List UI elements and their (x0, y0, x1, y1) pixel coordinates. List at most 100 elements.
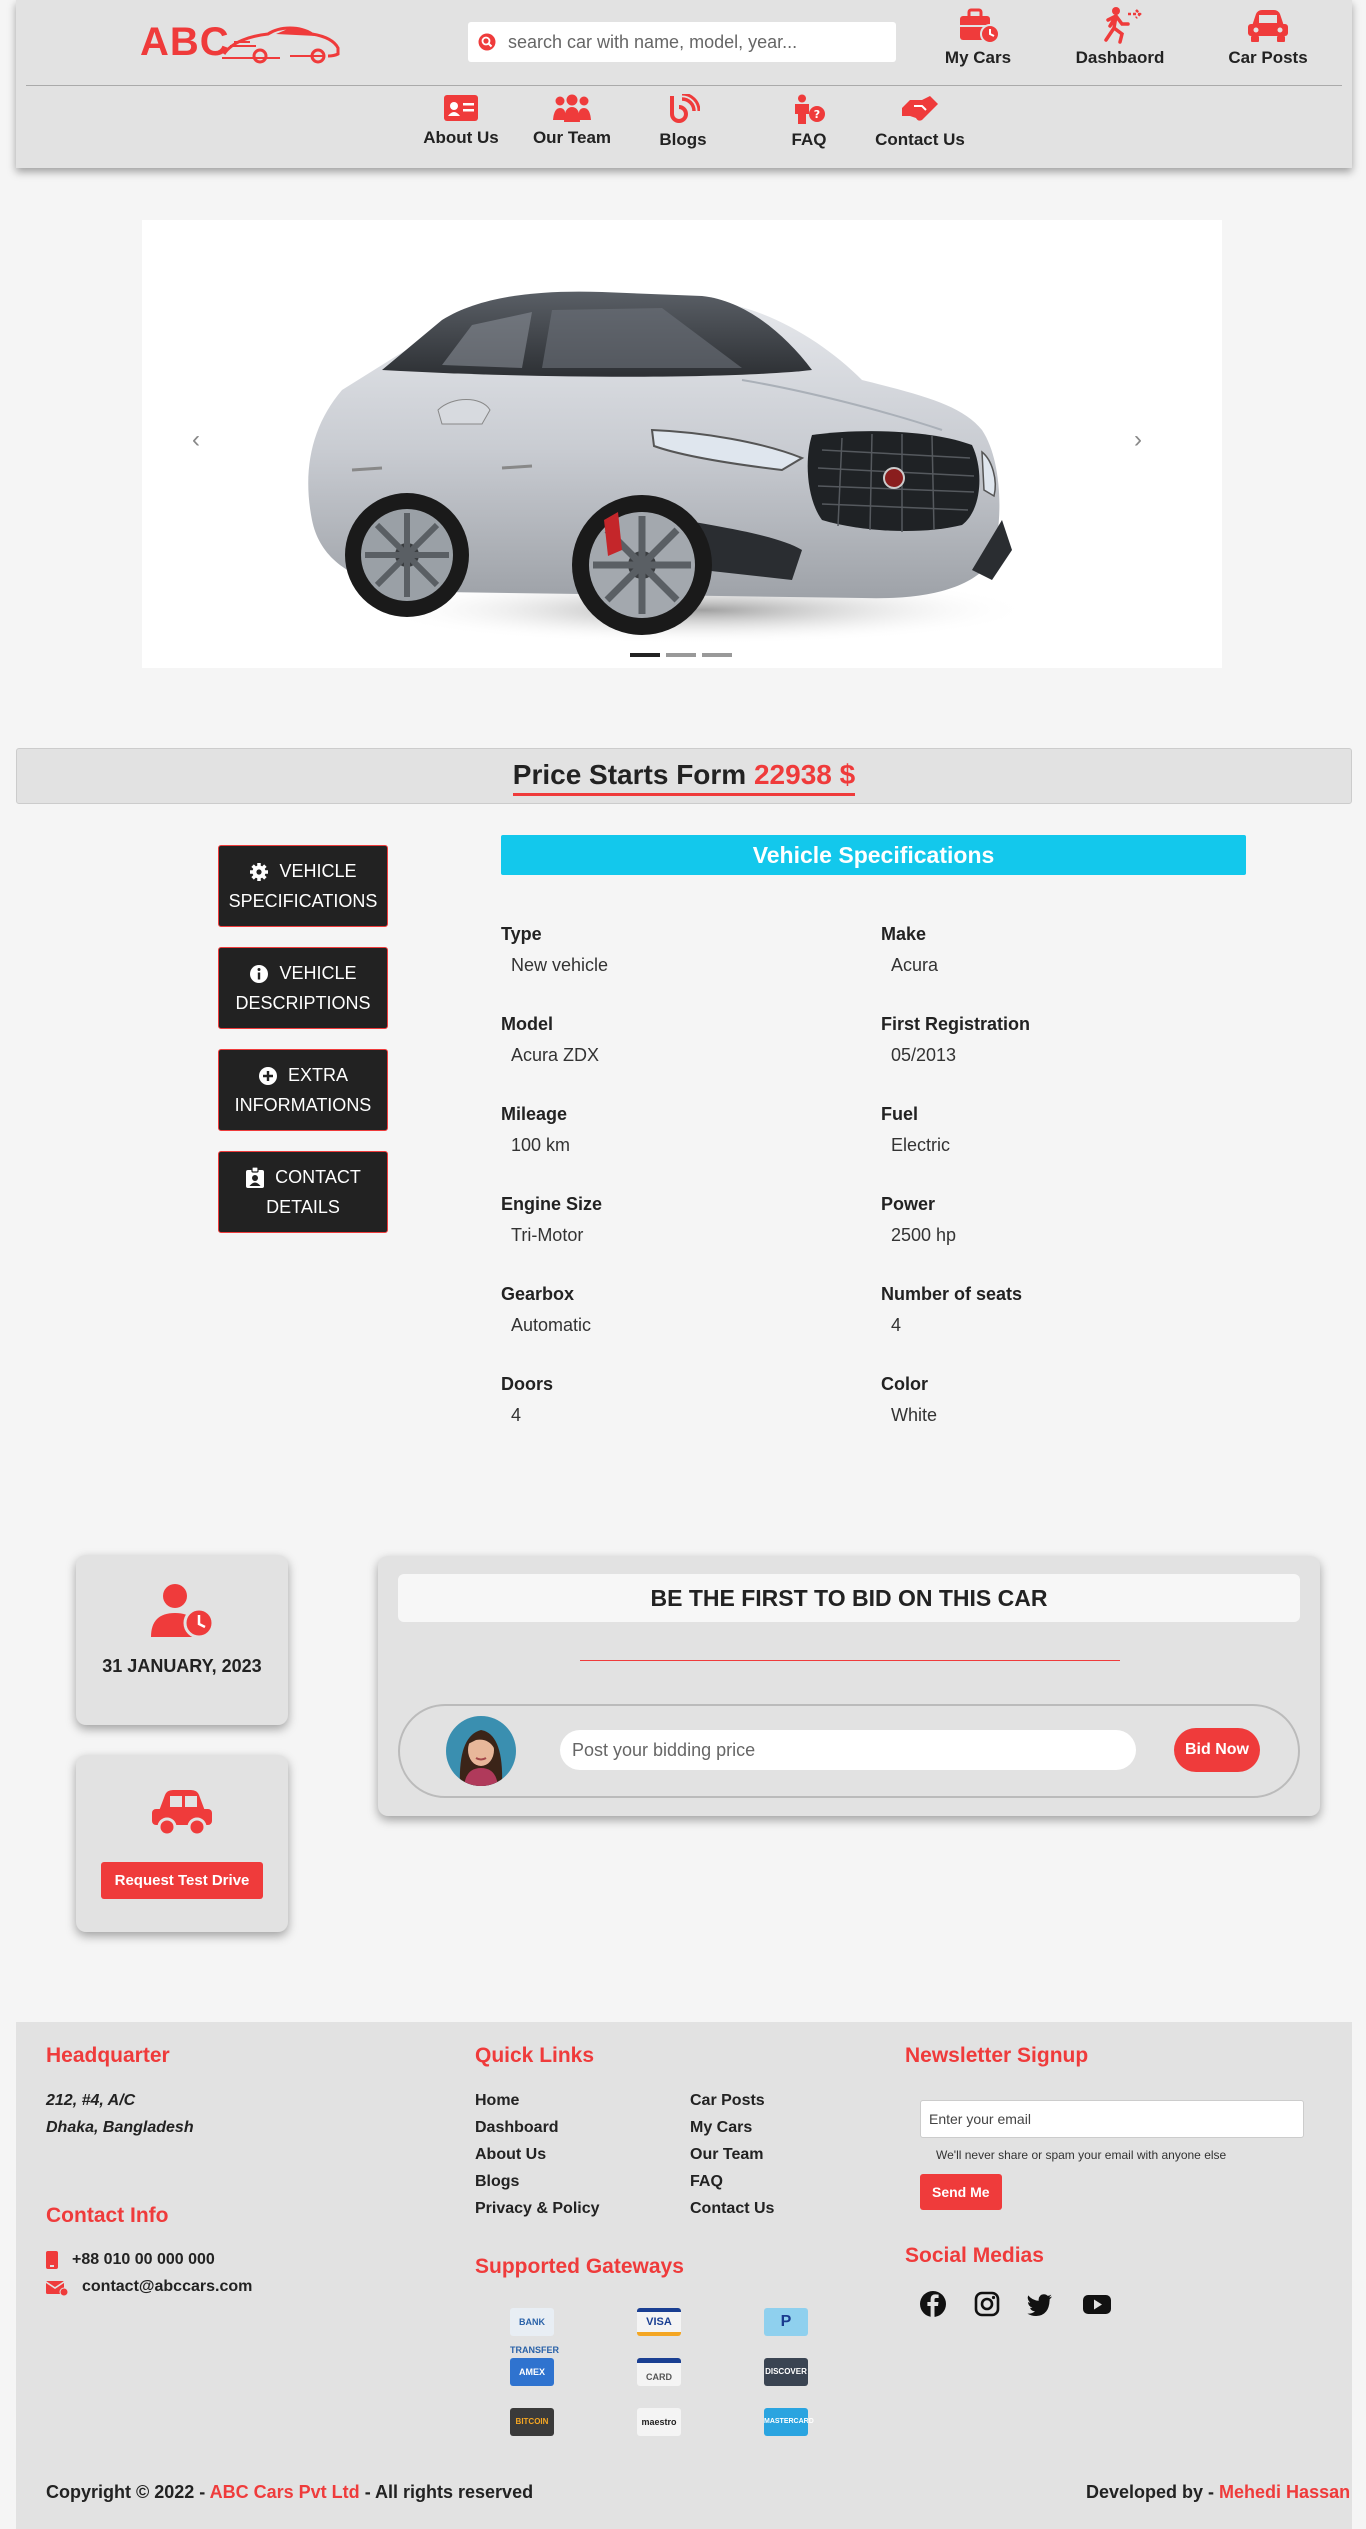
car-logo-icon (222, 26, 340, 64)
carousel-prev-arrow[interactable]: ‹ (192, 426, 200, 454)
tab-label: EXTRA INFORMATIONS (234, 1065, 372, 1115)
nav-car-posts-label: Car Posts (1228, 48, 1308, 67)
spec-label: Make (881, 924, 927, 944)
spec-label: Fuel (881, 1104, 919, 1124)
search-icon (478, 33, 496, 51)
spec-make: Make Acura (881, 924, 1221, 976)
spec-label: Number of seats (881, 1284, 1023, 1304)
youtube-icon[interactable] (1082, 2290, 1112, 2318)
nav-car-posts[interactable]: Car Posts (1198, 6, 1338, 68)
test-drive-card: Request Test Drive (76, 1755, 288, 1932)
copyright-prefix: Copyright © 2022 - (46, 2482, 206, 2502)
nav-about-us-label: About Us (423, 128, 499, 147)
spec-label: Mileage (501, 1104, 568, 1124)
header-divider (26, 85, 1342, 86)
gateway-visa-icon: VISA (637, 2308, 681, 2336)
spec-value: Acura ZDX (511, 1045, 600, 1065)
gateway-card-icon: CARD (637, 2358, 681, 2386)
nav-my-cars[interactable]: My Cars (908, 6, 1048, 68)
contact-card-icon (246, 1167, 265, 1189)
footer-link-dashboard[interactable]: Dashboard (475, 2119, 559, 2137)
handshake-icon (902, 96, 938, 121)
nav-dashboard-label: Dashbaord (1075, 48, 1165, 67)
footer-headquarter-title: Headquarter (46, 2044, 170, 2067)
spec-doors: Doors 4 (501, 1374, 841, 1426)
footer-link-contact-us[interactable]: Contact Us (690, 2200, 774, 2218)
spec-mileage: Mileage 100 km (501, 1104, 841, 1156)
bid-price-input[interactable] (560, 1730, 1136, 1770)
tab-vehicle-specifications[interactable]: VEHICLE SPECIFICATIONS (218, 845, 388, 927)
post-date: 31 JANUARY, 2023 (102, 1656, 262, 1676)
footer-link-privacy-policy[interactable]: Privacy & Policy (475, 2200, 600, 2218)
carousel-dot[interactable] (630, 653, 660, 657)
bid-divider (580, 1660, 1120, 1661)
footer-contact-title: Contact Info (46, 2204, 169, 2227)
search-input[interactable] (508, 30, 888, 54)
spec-value: Tri-Motor (511, 1225, 584, 1245)
site-header: ABC My Cars (16, 0, 1352, 168)
footer-link-faq[interactable]: FAQ (690, 2173, 723, 2191)
spec-value: Electric (891, 1135, 951, 1155)
nav-my-cars-label: My Cars (944, 48, 1012, 67)
footer-link-car-posts[interactable]: Car Posts (690, 2092, 765, 2110)
twitter-icon[interactable] (1026, 2290, 1054, 2318)
users-icon (553, 94, 591, 122)
spec-label: Power (881, 1194, 936, 1214)
bid-now-button[interactable]: Bid Now (1174, 1728, 1260, 1772)
nav-dashboard[interactable]: Dashbaord (1050, 6, 1190, 68)
copyright-suffix: - All rights reserved (364, 2482, 534, 2502)
nav-faq[interactable]: ? FAQ (754, 94, 864, 150)
footer-phone[interactable]: +88 010 00 000 000 (72, 2251, 215, 2269)
footer-link-blogs[interactable]: Blogs (475, 2173, 519, 2191)
brand-logo[interactable]: ABC (140, 14, 360, 70)
spec-power: Power 2500 hp (881, 1194, 1221, 1246)
footer-email[interactable]: contact@abccars.com (82, 2278, 252, 2296)
bid-panel: BE THE FIRST TO BID ON THIS CAR Bid Now (378, 1556, 1320, 1816)
price-banner: Price Starts Form 22938 $ (16, 748, 1352, 804)
footer-link-about-us[interactable]: About Us (475, 2146, 546, 2164)
footer-link-our-team[interactable]: Our Team (690, 2146, 764, 2164)
newsletter-note: We'll never share or spam your email wit… (936, 2148, 1227, 2162)
car-image-carousel[interactable]: ‹ › (142, 220, 1222, 668)
developer-name-link[interactable]: Mehedi Hassan (1219, 2482, 1350, 2502)
spec-value: White (891, 1405, 938, 1425)
newsletter-send-button[interactable]: Send Me (920, 2174, 1002, 2210)
gateway-maestro-icon: maestro (637, 2408, 681, 2436)
spec-label: Model (501, 1014, 553, 1034)
copyright-brand-link[interactable]: ABC Cars Pvt Ltd (210, 2482, 360, 2502)
tab-vehicle-descriptions[interactable]: VEHICLE DESCRIPTIONS (218, 947, 388, 1029)
brand-name[interactable]: ABC (140, 20, 230, 65)
tab-extra-informations[interactable]: EXTRA INFORMATIONS (218, 1049, 388, 1131)
newsletter-email-input[interactable] (920, 2100, 1304, 2138)
site-footer: Headquarter 212, #4, A/C Dhaka, Banglade… (16, 2022, 1352, 2529)
facebook-icon[interactable] (919, 2290, 947, 2318)
nav-blogs[interactable]: Blogs (628, 94, 738, 150)
spec-value: 2500 hp (891, 1225, 957, 1245)
request-test-drive-button[interactable]: Request Test Drive (100, 1862, 264, 1899)
specifications-header: Vehicle Specifications (501, 835, 1246, 875)
spec-value: 4 (511, 1405, 522, 1425)
bid-title: BE THE FIRST TO BID ON THIS CAR (398, 1574, 1300, 1622)
nav-our-team[interactable]: Our Team (517, 94, 627, 148)
nav-contact-us[interactable]: Contact Us (865, 94, 975, 150)
instagram-icon[interactable] (973, 2290, 1001, 2318)
carousel-next-arrow[interactable]: › (1134, 426, 1142, 454)
carousel-dot[interactable] (702, 653, 732, 657)
spec-value: 4 (891, 1315, 902, 1335)
carousel-dot[interactable] (666, 653, 696, 657)
footer-social-title: Social Medias (905, 2244, 1044, 2267)
spec-value: 100 km (511, 1135, 571, 1155)
footer-link-home[interactable]: Home (475, 2092, 519, 2110)
spec-engine-size: Engine Size Tri-Motor (501, 1194, 841, 1246)
footer-link-my-cars[interactable]: My Cars (690, 2119, 752, 2137)
nav-about-us[interactable]: About Us (406, 94, 516, 148)
tab-contact-details[interactable]: CONTACT DETAILS (218, 1151, 388, 1233)
gateway-bitcoin-icon: BITCOIN (510, 2408, 554, 2436)
price-label: Price Starts Form (512, 759, 747, 790)
briefcase-clock-icon (960, 8, 1000, 44)
search-bar[interactable] (468, 22, 896, 62)
nav-faq-label: FAQ (791, 130, 827, 149)
footer-hq-address-line2: Dhaka, Bangladesh (46, 2119, 194, 2136)
person-question-icon: ? (795, 94, 825, 124)
gear-icon (250, 863, 269, 882)
